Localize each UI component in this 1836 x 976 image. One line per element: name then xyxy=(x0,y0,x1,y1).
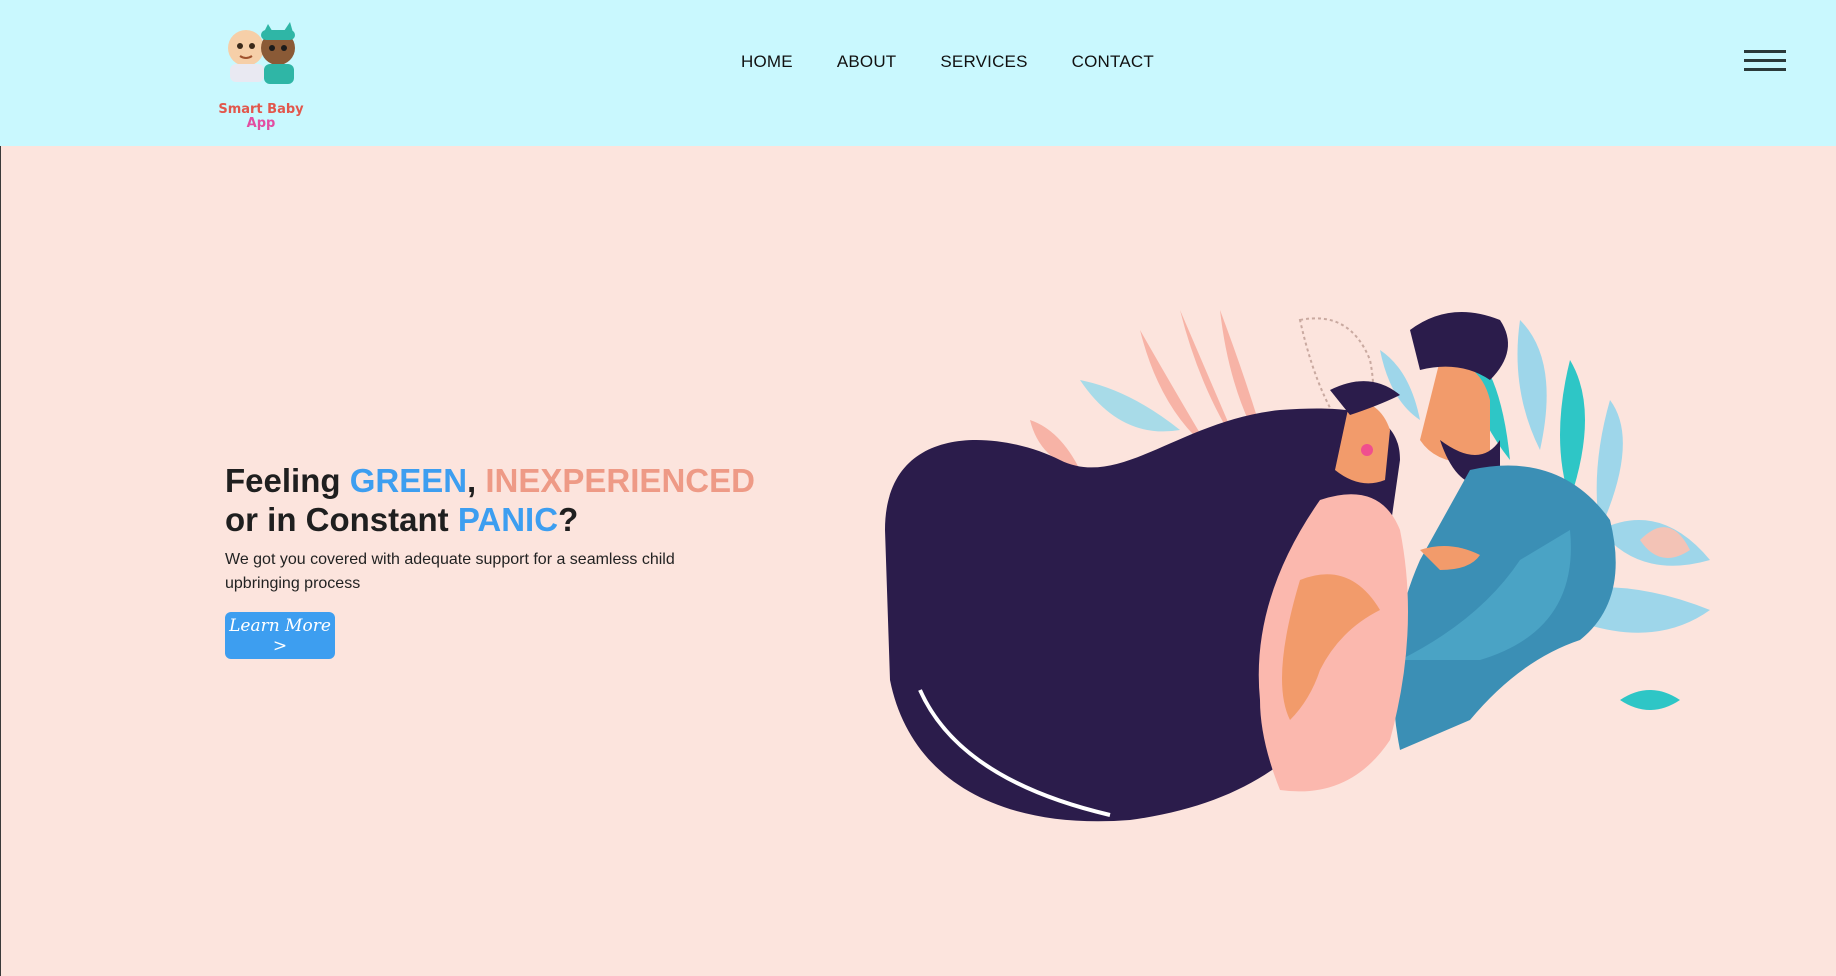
title-highlight-inexperienced: INEXPERIENCED xyxy=(485,462,755,499)
logo-line1: Smart Baby xyxy=(218,102,304,117)
main-nav: HOME ABOUT SERVICES CONTACT xyxy=(741,52,1198,72)
hamburger-line xyxy=(1744,50,1786,53)
title-word: ? xyxy=(558,501,579,538)
hero-title: Feeling GREEN, INEXPERIENCED or in Const… xyxy=(225,461,755,539)
pregnant-couple-illustration xyxy=(885,310,1710,822)
hamburger-line xyxy=(1744,68,1786,71)
nav-contact[interactable]: CONTACT xyxy=(1072,52,1154,72)
title-highlight-panic: PANIC xyxy=(457,501,559,538)
learn-more-button[interactable]: Learn More > xyxy=(225,612,335,659)
logo-line2: App xyxy=(246,116,276,131)
title-word: , xyxy=(467,462,486,499)
logo-text: Smart Baby App xyxy=(216,103,306,131)
title-word: or in Constant xyxy=(225,501,458,538)
nav-services[interactable]: SERVICES xyxy=(940,52,1027,72)
nav-about[interactable]: ABOUT xyxy=(837,52,897,72)
hamburger-line xyxy=(1744,59,1786,62)
site-header: Smart Baby App HOME ABOUT SERVICES CONTA… xyxy=(0,0,1836,146)
hero-subtitle: We got you covered with adequate support… xyxy=(225,551,675,592)
title-highlight-green: GREEN xyxy=(349,462,468,499)
title-word: Feeling xyxy=(225,462,350,499)
logo-babies-icon xyxy=(228,22,295,84)
logo[interactable]: Smart Baby App xyxy=(216,18,306,131)
page-left-border xyxy=(0,0,1,976)
nav-home[interactable]: HOME xyxy=(741,52,793,72)
hamburger-icon[interactable] xyxy=(1744,50,1786,76)
